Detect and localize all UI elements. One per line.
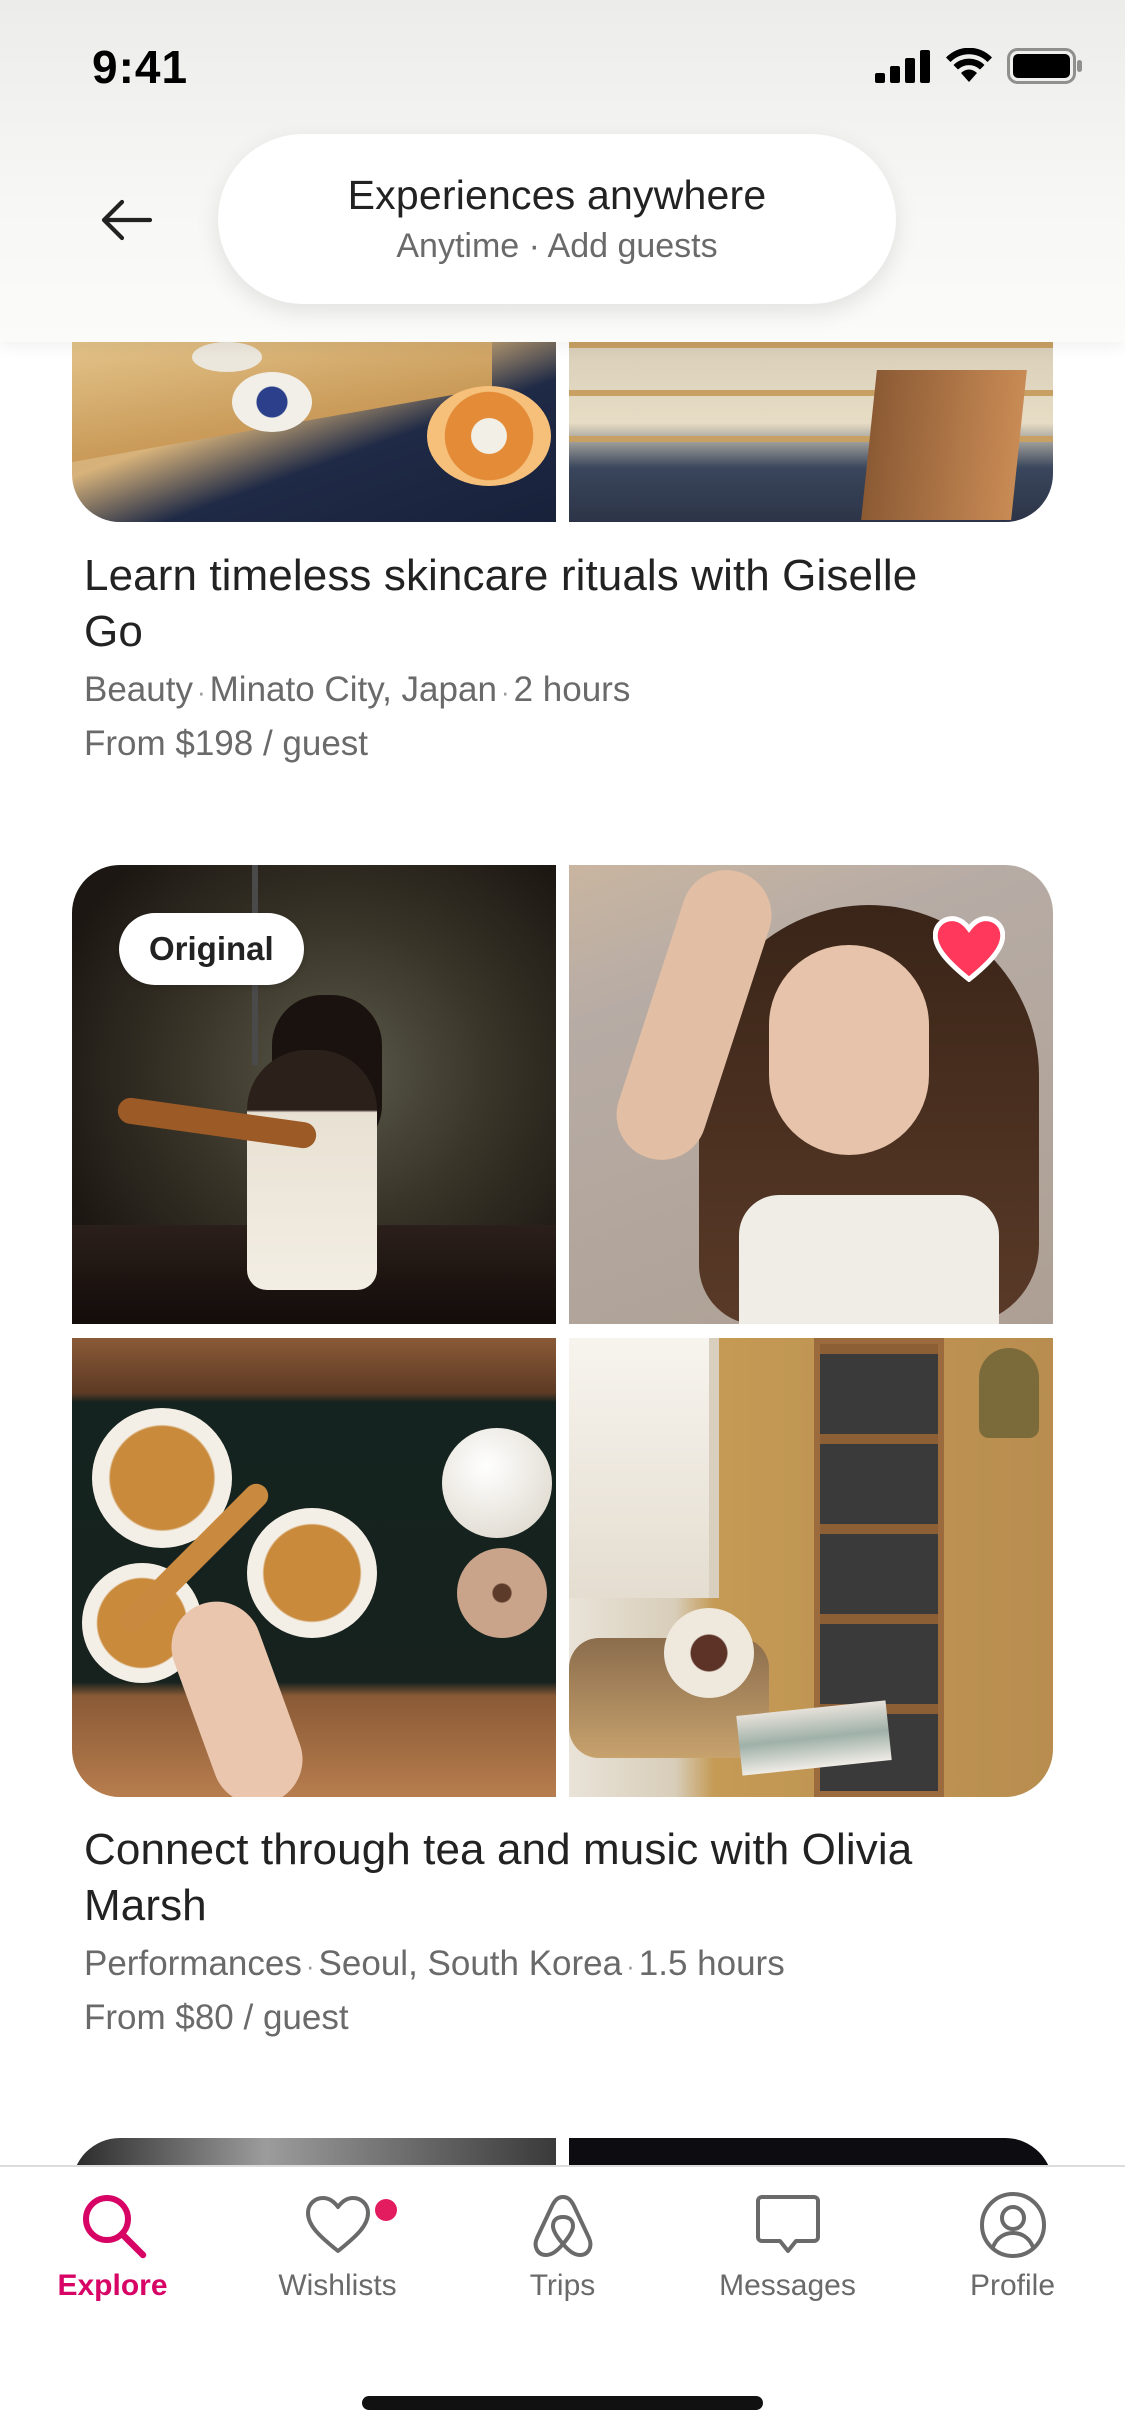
listing-photos-1[interactable] bbox=[72, 342, 1053, 522]
search-subtitle: Anytime · Add guests bbox=[396, 227, 718, 265]
notification-dot bbox=[375, 2199, 397, 2221]
listing-photos-2[interactable]: Original bbox=[72, 865, 1053, 1797]
save-heart-button[interactable] bbox=[929, 909, 1009, 989]
listing-category: Beauty bbox=[84, 670, 193, 709]
listing-photo[interactable] bbox=[72, 2138, 556, 2165]
listing-meta: Performances · Seoul, South Korea · 1.5 hour… bbox=[84, 1944, 785, 1983]
profile-icon bbox=[979, 2192, 1046, 2258]
arrow-left-icon bbox=[101, 199, 152, 241]
tab-label: Explore bbox=[57, 2269, 168, 2302]
listing-photo[interactable]: Original bbox=[72, 865, 556, 1324]
listing-photo[interactable] bbox=[569, 342, 1053, 522]
tab-label: Trips bbox=[529, 2269, 596, 2302]
listing-meta: Beauty · Minato City, Japan · 2 hours bbox=[84, 670, 631, 709]
listing-photo[interactable] bbox=[72, 1338, 556, 1797]
tab-explore[interactable]: Explore bbox=[0, 2189, 225, 2329]
airbnb-logo-icon bbox=[533, 2195, 592, 2257]
message-icon bbox=[755, 2195, 820, 2253]
search-icon bbox=[82, 2195, 146, 2259]
top-header: 9:41 Experiences anywhere Anytime · Add … bbox=[0, 0, 1125, 342]
search-pill[interactable]: Experiences anywhere Anytime · Add guest… bbox=[218, 134, 896, 304]
wifi-icon bbox=[946, 48, 992, 82]
tab-trips[interactable]: Trips bbox=[450, 2189, 675, 2329]
listing-category: Performances bbox=[84, 1944, 302, 1983]
tab-label: Profile bbox=[969, 2269, 1056, 2302]
listing-photo[interactable] bbox=[569, 2138, 1053, 2165]
listing-title[interactable]: Learn timeless skincare rituals with Gis… bbox=[84, 548, 984, 660]
back-button[interactable] bbox=[90, 184, 162, 256]
listing-photo[interactable] bbox=[72, 342, 556, 522]
battery-icon bbox=[1007, 48, 1082, 84]
listing-location: Minato City, Japan bbox=[209, 670, 497, 709]
tab-messages[interactable]: Messages bbox=[675, 2189, 900, 2329]
listing-title[interactable]: Connect through tea and music with Olivi… bbox=[84, 1822, 984, 1934]
listing-duration: 2 hours bbox=[513, 670, 631, 709]
status-time: 9:41 bbox=[92, 41, 189, 93]
listing-photo[interactable] bbox=[569, 1338, 1053, 1797]
home-indicator bbox=[362, 2396, 763, 2410]
heart-icon bbox=[305, 2196, 370, 2253]
status-icons bbox=[875, 48, 1083, 84]
tab-profile[interactable]: Profile bbox=[900, 2189, 1125, 2329]
cellular-signal-icon bbox=[875, 50, 930, 83]
listing-duration: 1.5 hours bbox=[638, 1944, 785, 1983]
tab-label: Wishlists bbox=[278, 2269, 397, 2302]
tab-wishlists[interactable]: Wishlists bbox=[225, 2189, 450, 2329]
listing-photo[interactable] bbox=[569, 865, 1053, 1324]
original-badge: Original bbox=[119, 913, 304, 985]
listing-photos-3[interactable] bbox=[72, 2138, 1053, 2165]
heart-filled-icon bbox=[933, 916, 1005, 982]
listing-price: From $198 / guest bbox=[84, 724, 369, 763]
listing-location: Seoul, South Korea bbox=[318, 1944, 623, 1983]
listing-price: From $80 / guest bbox=[84, 1998, 349, 2037]
tab-label: Messages bbox=[719, 2269, 856, 2302]
search-title: Experiences anywhere bbox=[347, 172, 767, 218]
